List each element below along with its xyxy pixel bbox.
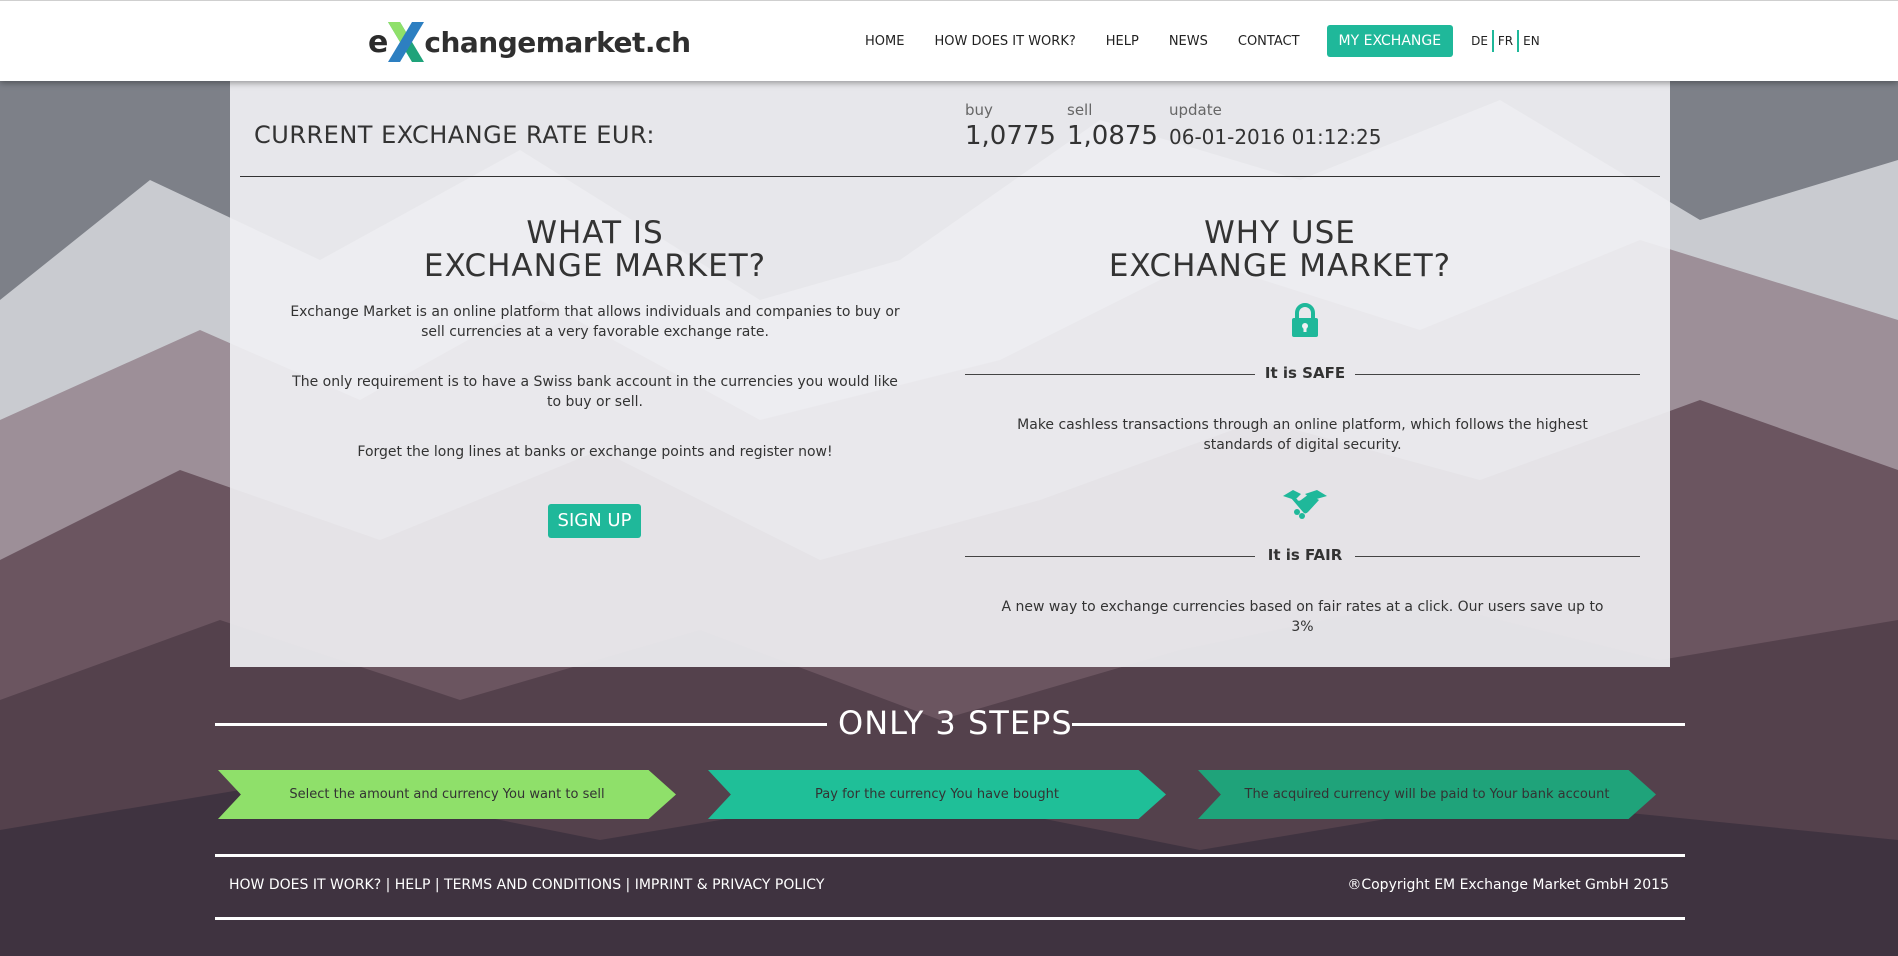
nav-help[interactable]: HELP <box>1106 34 1139 49</box>
lang-de[interactable]: DE <box>1467 34 1492 48</box>
step-2-text: Pay for the currency You have bought <box>815 787 1059 802</box>
steps-title: ONLY 3 STEPS <box>838 704 1073 742</box>
step-3: The acquired currency will be paid to Yo… <box>1198 770 1656 819</box>
safe-label: It is SAFE <box>1264 364 1346 382</box>
why-use-title: WHY USE EXCHANGE MARKET? <box>1030 217 1530 283</box>
update-value: 06-01-2016 01:12:25 <box>1169 125 1382 149</box>
step-3-text: The acquired currency will be paid to Yo… <box>1244 787 1610 802</box>
fair-label: It is FAIR <box>1267 546 1343 564</box>
footer-line-top <box>215 854 1685 857</box>
language-switcher: DE FR EN <box>1467 30 1544 52</box>
footer-link-help[interactable]: HELP <box>395 877 431 893</box>
why-title-line1: WHY USE <box>1204 215 1356 251</box>
step-1-text: Select the amount and currency You want … <box>289 787 605 802</box>
sell-value: 1,0875 <box>1067 121 1158 151</box>
main-panel: CURRENT EXCHANGE RATE EUR: buy 1,0775 se… <box>230 81 1670 667</box>
logo-text: changemarket.ch <box>424 25 691 59</box>
handshake-icon <box>1283 488 1327 526</box>
what-is-title: WHAT IS EXCHANGE MARKET? <box>350 217 840 283</box>
site-logo[interactable]: e changemarket.ch <box>368 19 691 65</box>
update-label: update <box>1169 101 1222 119</box>
buy-rate: buy 1,0775 <box>965 101 1056 151</box>
footer-links: HOW DOES IT WORK? | HELP | TERMS AND CON… <box>229 877 825 893</box>
what-title-line2: EXCHANGE MARKET? <box>423 248 767 284</box>
nav-how-does-it-work[interactable]: HOW DOES IT WORK? <box>934 34 1075 49</box>
sell-rate: sell 1,0875 <box>1067 101 1158 151</box>
steps-line-right <box>1072 723 1685 726</box>
nav-news[interactable]: NEWS <box>1169 34 1208 49</box>
buy-label: buy <box>965 101 993 119</box>
safe-line-right <box>1355 374 1640 375</box>
exchange-rate-title: CURRENT EXCHANGE RATE EUR: <box>254 121 655 149</box>
what-paragraph-3: Forget the long lines at banks or exchan… <box>357 444 833 460</box>
lang-fr[interactable]: FR <box>1494 34 1517 48</box>
top-navigation-bar: e changemarket.ch HOME HOW DOES IT WORK?… <box>0 0 1898 81</box>
safe-text: Make cashless transactions through an on… <box>1017 417 1588 453</box>
lang-en[interactable]: EN <box>1519 34 1544 48</box>
sign-up-button[interactable]: SIGN UP <box>548 504 641 538</box>
nav-home[interactable]: HOME <box>865 34 904 49</box>
safe-line-left <box>965 374 1255 375</box>
logo-prefix: e <box>368 24 389 60</box>
step-1: Select the amount and currency You want … <box>218 770 676 819</box>
fair-text: A new way to exchange currencies based o… <box>1001 599 1604 635</box>
fair-line-left <box>965 556 1255 557</box>
fair-line-right <box>1355 556 1640 557</box>
footer-link-how[interactable]: HOW DOES IT WORK? <box>229 877 381 893</box>
nav-contact[interactable]: CONTACT <box>1238 34 1300 49</box>
sell-label: sell <box>1067 101 1093 119</box>
what-paragraph-1: Exchange Market is an online platform th… <box>290 304 900 340</box>
footer-link-imprint[interactable]: IMPRINT & PRIVACY POLICY <box>635 877 825 893</box>
what-title-line1: WHAT IS <box>526 215 664 251</box>
copyright-text: ®Copyright EM Exchange Market GmbH 2015 <box>1347 877 1669 893</box>
update-info: update 06-01-2016 01:12:25 <box>1169 101 1381 149</box>
divider <box>240 176 1660 177</box>
step-2: Pay for the currency You have bought <box>708 770 1166 819</box>
main-nav: HOME HOW DOES IT WORK? HELP NEWS CONTACT… <box>865 24 1544 58</box>
lock-icon <box>1290 303 1320 343</box>
buy-value: 1,0775 <box>965 121 1056 151</box>
what-paragraph-2: The only requirement is to have a Swiss … <box>292 374 898 410</box>
logo-x-icon <box>386 20 426 64</box>
steps-line-left <box>215 723 827 726</box>
why-title-line2: EXCHANGE MARKET? <box>1108 248 1452 284</box>
footer-line-bottom <box>215 917 1685 920</box>
my-exchange-button[interactable]: MY EXCHANGE <box>1326 25 1454 57</box>
footer-link-terms[interactable]: TERMS AND CONDITIONS <box>444 877 621 893</box>
